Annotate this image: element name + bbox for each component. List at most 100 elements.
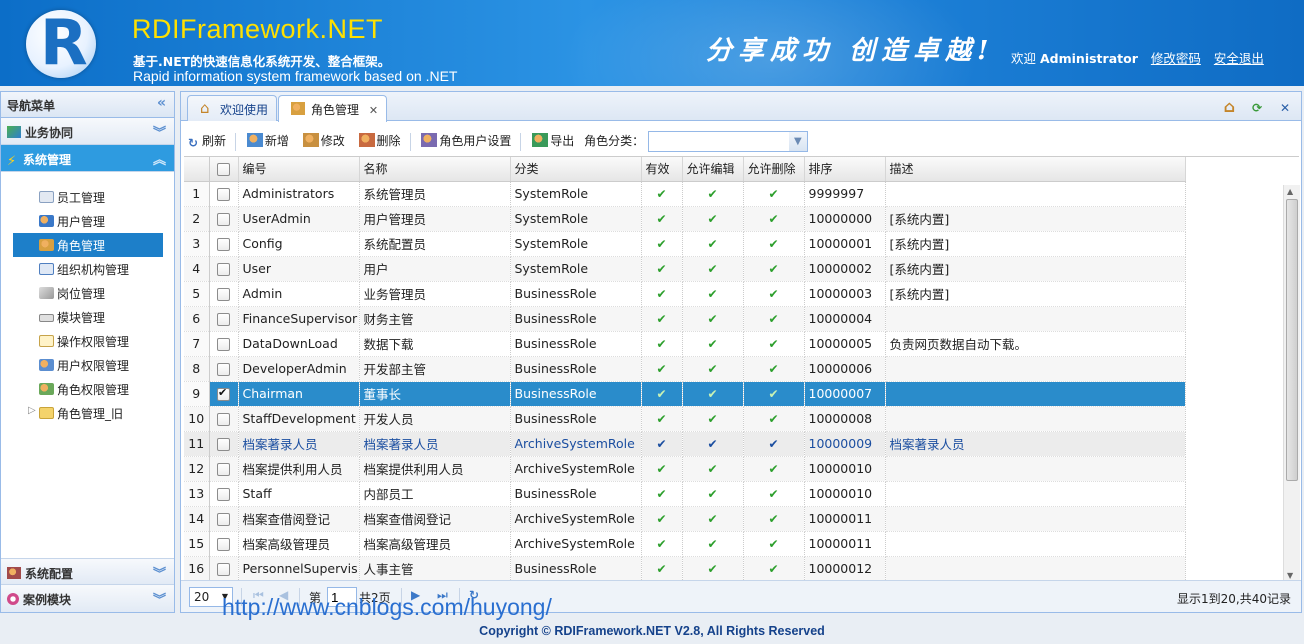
refresh-tabs-icon[interactable]: ⟳ [1249, 101, 1265, 117]
name-cell: 财务主管 [359, 306, 511, 332]
row-checkbox[interactable] [209, 181, 239, 207]
table-row[interactable]: 10 StaffDevelopment 开发人员 BusinessRole ✔ ✔ ✔ 100… [184, 406, 1186, 432]
table-row[interactable]: 9Chairman董事长BusinessRole✔✔✔10000007 [184, 381, 1186, 407]
table-row[interactable]: 11 档案著录人员 档案著录人员 ArchiveSystemRole ✔ ✔ ✔ 100000… [184, 431, 1186, 457]
collapse-sidebar-icon[interactable]: « [157, 95, 166, 111]
table-row[interactable]: 5 Admin 业务管理员 BusinessRole ✔ ✔ ✔ 10000003 [系统内置] [184, 281, 1186, 307]
row-checkbox[interactable] [209, 556, 239, 580]
table-row[interactable]: 7 DataDownLoad 数据下载 BusinessRole ✔ ✔ ✔ 10000005… [184, 331, 1186, 357]
row-checkbox[interactable] [209, 206, 239, 232]
expand-arrow-icon[interactable]: ▷ [28, 405, 36, 416]
refresh-button[interactable]: ↻ 刷新 [184, 129, 230, 151]
checkbox[interactable] [217, 338, 230, 351]
table-row[interactable]: 8 DeveloperAdmin 开发部主管 BusinessRole ✔ ✔ ✔ 10000… [184, 356, 1186, 382]
column-header[interactable]: 名称 [359, 157, 511, 182]
vertical-scrollbar[interactable]: ▲ ▼ [1283, 185, 1300, 582]
scroll-down-icon[interactable]: ▼ [1287, 571, 1293, 580]
select-all-checkbox[interactable] [209, 157, 239, 182]
checkbox[interactable] [217, 413, 230, 426]
column-header[interactable]: 编号 [238, 157, 360, 182]
checkbox[interactable] [217, 513, 230, 526]
scroll-thumb[interactable] [1286, 199, 1298, 481]
home-icon[interactable]: ⌂ [1221, 97, 1237, 116]
menu-item-modules[interactable]: 模块管理 [1, 305, 174, 329]
change-password-link[interactable]: 修改密码 [1151, 51, 1201, 66]
row-checkbox[interactable] [209, 331, 239, 357]
row-checkbox[interactable] [209, 456, 239, 482]
column-header[interactable]: 描述 [885, 157, 1186, 182]
logout-link[interactable]: 安全退出 [1214, 51, 1264, 66]
category-select[interactable]: ▼ [647, 131, 808, 152]
menu-item-user-permissions[interactable]: 用户权限管理 [1, 353, 174, 377]
menu-item-roles[interactable]: 角色管理 [13, 233, 163, 257]
row-checkbox[interactable] [209, 256, 239, 282]
tab-roles[interactable]: 角色管理 ✕ [278, 95, 388, 122]
table-row[interactable]: 6 FinanceSupervisor 财务主管 BusinessRole ✔ ✔ ✔ 100… [184, 306, 1186, 332]
table-row[interactable]: 15 档案高级管理员 档案高级管理员 ArchiveSystemRole ✔ ✔ ✔ 1000… [184, 531, 1186, 557]
menu-item-roles-old[interactable]: ▷ 角色管理_旧 [1, 401, 174, 425]
row-checkbox[interactable] [209, 231, 239, 257]
table-row[interactable]: 3 Config 系统配置员 SystemRole ✔ ✔ ✔ 10000001 [系统内置] [184, 231, 1186, 257]
accordion-case-module[interactable]: 案例模块 ︾ [1, 585, 174, 612]
refresh-icon: ↻ [188, 136, 199, 150]
column-header[interactable]: 有效 [641, 157, 683, 182]
sort-cell: 10000004 [804, 306, 886, 332]
row-checkbox[interactable] [209, 481, 239, 507]
checkbox[interactable] [217, 162, 230, 176]
checkbox[interactable] [217, 188, 230, 201]
column-header[interactable]: 排序 [804, 157, 886, 182]
accordion-system-config[interactable]: 系统配置 ︾ [1, 558, 174, 585]
row-checkbox[interactable] [209, 381, 239, 407]
role-users-button[interactable]: 角色用户设置 [417, 129, 515, 151]
checkbox[interactable] [217, 238, 230, 251]
record-info: 显示1到20,共40记录 [1177, 592, 1291, 606]
row-checkbox[interactable] [209, 281, 239, 307]
menu-item-users[interactable]: 用户管理 [1, 209, 174, 233]
table-row[interactable]: 16 PersonnelSupervis 人事主管 BusinessRole ✔ ✔ ✔ 10… [184, 556, 1186, 580]
checkbox[interactable] [217, 213, 230, 226]
column-header[interactable]: 允许编辑 [682, 157, 744, 182]
row-checkbox[interactable] [209, 506, 239, 532]
checkbox[interactable] [217, 263, 230, 276]
checkbox[interactable] [217, 563, 230, 576]
column-header[interactable]: 分类 [510, 157, 642, 182]
row-checkbox[interactable] [209, 431, 239, 457]
menu-item-organization[interactable]: 组织机构管理 [1, 257, 174, 281]
menu-item-operation-permissions[interactable]: 操作权限管理 [1, 329, 174, 353]
row-checkbox[interactable] [209, 406, 239, 432]
row-number: 2 [184, 206, 210, 232]
close-tab-icon[interactable]: ✕ [369, 104, 378, 117]
table-row[interactable]: 4 User 用户 SystemRole ✔ ✔ ✔ 10000002 [系统内置] [184, 256, 1186, 282]
row-checkbox[interactable] [209, 356, 239, 382]
table-row[interactable]: 2 UserAdmin 用户管理员 SystemRole ✔ ✔ ✔ 10000000 [系统内… [184, 206, 1186, 232]
tab-welcome[interactable]: ⌂ 欢迎使用 [187, 95, 278, 121]
row-checkbox[interactable] [209, 531, 239, 557]
table-row[interactable]: 1 Administrators 系统管理员 SystemRole ✔ ✔ ✔ 9999997 [184, 181, 1186, 207]
close-all-icon[interactable]: ✕ [1277, 101, 1293, 117]
checkbox[interactable] [217, 313, 230, 326]
checkbox[interactable] [217, 463, 230, 476]
checkbox[interactable] [217, 288, 230, 301]
edit-button[interactable]: 修改 [299, 129, 349, 151]
add-button[interactable]: 新增 [243, 129, 293, 151]
accordion-label: 系统配置 [25, 567, 74, 581]
scroll-up-icon[interactable]: ▲ [1287, 187, 1293, 196]
checkbox[interactable] [217, 438, 230, 451]
column-header[interactable]: 允许删除 [743, 157, 805, 182]
delete-button[interactable]: 删除 [355, 129, 405, 151]
accordion-system-management[interactable]: ⚡ 系统管理 ︽ [1, 145, 174, 172]
table-row[interactable]: 12 档案提供利用人员 档案提供利用人员 ArchiveSystemRole ✔ ✔ ✔ 10… [184, 456, 1186, 482]
checkbox[interactable] [217, 386, 230, 401]
checkbox[interactable] [217, 363, 230, 376]
row-checkbox[interactable] [209, 306, 239, 332]
checkbox[interactable] [217, 538, 230, 551]
table-row[interactable]: 13 Staff 内部员工 BusinessRole ✔ ✔ ✔ 10000010 [184, 481, 1186, 507]
checkbox[interactable] [217, 488, 230, 501]
menu-item-positions[interactable]: 岗位管理 [1, 281, 174, 305]
name-cell: 用户管理员 [359, 206, 511, 232]
accordion-business[interactable]: 业务协同 ︾ [1, 118, 174, 145]
export-button[interactable]: 导出 [528, 129, 578, 151]
menu-item-role-permissions[interactable]: 角色权限管理 [1, 377, 174, 401]
table-row[interactable]: 14 档案查借阅登记 档案查借阅登记 ArchiveSystemRole ✔ ✔ ✔ 1000… [184, 506, 1186, 532]
menu-item-staff[interactable]: 员工管理 [1, 185, 174, 209]
